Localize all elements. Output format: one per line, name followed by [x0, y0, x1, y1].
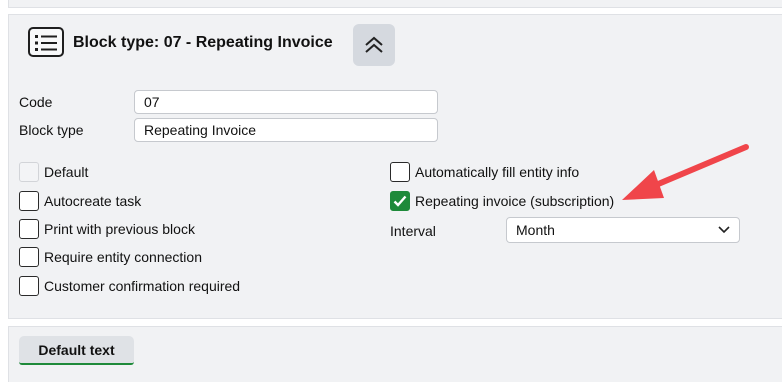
interval-label: Interval	[390, 223, 436, 239]
chevron-down-icon	[718, 226, 730, 234]
checkmark-icon	[393, 195, 407, 207]
auto-fill-entity-row[interactable]: Automatically fill entity info	[390, 161, 579, 183]
repeating-invoice-checkbox[interactable]	[390, 191, 410, 211]
customer-confirmation-row[interactable]: Customer confirmation required	[19, 275, 240, 297]
require-entity-connection-label: Require entity connection	[44, 249, 202, 265]
interval-select[interactable]: Month	[506, 217, 740, 243]
list-icon	[28, 27, 64, 57]
default-text-panel: Default text	[8, 326, 782, 382]
require-entity-connection-checkbox[interactable]	[19, 247, 39, 267]
default-text-tab[interactable]: Default text	[19, 336, 134, 365]
auto-fill-entity-checkbox[interactable]	[390, 162, 410, 182]
auto-fill-entity-label: Automatically fill entity info	[415, 164, 580, 180]
customer-confirmation-label: Customer confirmation required	[44, 278, 241, 294]
print-previous-block-checkbox[interactable]	[19, 219, 39, 239]
interval-value: Month	[516, 222, 555, 238]
previous-panel-edge	[8, 0, 782, 8]
default-checkbox-row[interactable]: Default	[19, 161, 88, 183]
autocreate-task-label: Autocreate task	[44, 193, 142, 209]
code-label: Code	[19, 94, 53, 110]
double-chevron-up-icon	[365, 36, 383, 53]
block-type-label: Block type	[19, 122, 84, 138]
repeating-invoice-label: Repeating invoice (subscription)	[415, 193, 615, 209]
repeating-invoice-row[interactable]: Repeating invoice (subscription)	[390, 190, 614, 212]
default-checkbox[interactable]	[19, 162, 39, 182]
autocreate-task-row[interactable]: Autocreate task	[19, 190, 141, 212]
default-label: Default	[44, 164, 89, 180]
block-title: Block type: 07 - Repeating Invoice	[73, 34, 333, 51]
customer-confirmation-checkbox[interactable]	[19, 276, 39, 296]
autocreate-task-checkbox[interactable]	[19, 191, 39, 211]
annotation-arrow	[622, 144, 749, 200]
block-type-input[interactable]: Repeating Invoice	[134, 118, 438, 142]
code-input[interactable]: 07	[134, 90, 438, 114]
print-previous-block-label: Print with previous block	[44, 221, 195, 237]
collapse-button[interactable]	[353, 24, 395, 66]
print-previous-block-row[interactable]: Print with previous block	[19, 218, 195, 240]
require-entity-connection-row[interactable]: Require entity connection	[19, 246, 202, 268]
